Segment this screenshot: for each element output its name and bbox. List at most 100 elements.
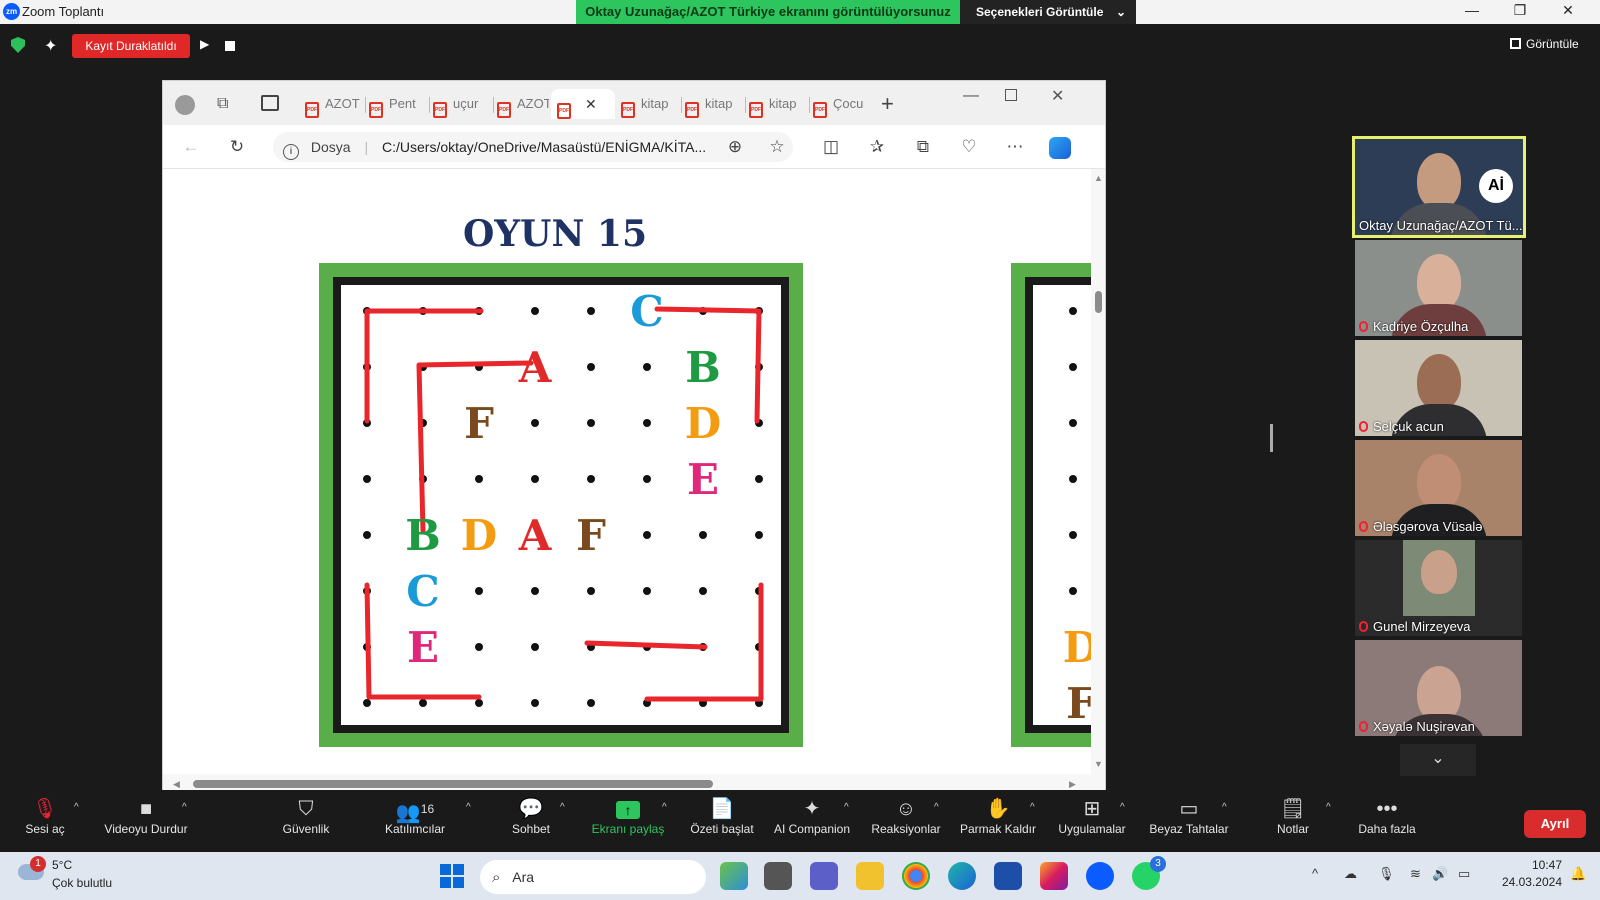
more-button[interactable]: ••• Daha fazla [1354,796,1420,848]
scroll-down-arrow-icon[interactable]: ▼ [1094,759,1103,769]
browser-maximize-button[interactable] [1005,89,1017,101]
show-hidden-icons-icon[interactable]: ^ [1312,866,1318,881]
participants-options-caret[interactable]: ^ [466,802,471,813]
reactions-options-caret[interactable]: ^ [934,802,939,813]
participant-tile[interactable]: Selçuk acun [1355,340,1522,436]
video-options-caret[interactable]: ^ [182,802,187,813]
microphone-icon[interactable]: 🎙 [1378,866,1395,882]
browser-tab[interactable]: PDF AZOT [305,89,363,119]
notification-bell-icon[interactable]: 🔔 [1570,866,1586,882]
browser-essentials-icon[interactable]: ♡ [957,136,981,158]
browser-tab[interactable]: PDF kitap [749,89,807,119]
chrome-app-icon[interactable] [902,862,930,890]
windows-start-icon[interactable] [440,864,464,888]
apps-options-caret[interactable]: ^ [1120,802,1125,813]
workspaces-icon[interactable]: ⧉ [217,95,228,113]
browser-tab[interactable]: PDF kitap [685,89,743,119]
scroll-participants-down-button[interactable]: ⌄ [1400,744,1476,776]
participant-tile[interactable]: Gunel Mirzeyeva [1355,540,1522,636]
raise-hand-button[interactable]: ✋ Parmak Kaldır [956,796,1040,848]
participants-button[interactable]: 👥16 Katılımcılar [378,796,452,848]
leave-button[interactable]: Ayrıl [1524,810,1586,838]
new-tab-icon[interactable]: + [881,91,894,117]
collections-icon[interactable]: ⧉ [911,136,935,158]
browser-minimize-button[interactable]: — [963,87,979,105]
browser-tab[interactable]: PDF AZOT [497,89,549,119]
wifi-icon[interactable]: ≋ [1410,866,1421,882]
ai-companion-button[interactable]: ✦ AI Companion [770,796,854,848]
profile-avatar-icon[interactable] [175,95,195,115]
split-screen-icon[interactable]: ◫ [819,136,843,158]
view-options-dropdown[interactable]: Seçenekleri Görüntüle ⌄ [960,0,1136,24]
participant-tile[interactable]: Xəyalə Nuşirəvan [1355,640,1522,736]
refresh-icon[interactable]: ↻ [225,136,249,158]
scroll-right-arrow-icon[interactable]: ▶ [1069,779,1076,790]
participant-tile[interactable]: Kadriye Özçulha [1355,240,1522,336]
ai-options-caret[interactable]: ^ [844,802,849,813]
taskbar-search-box[interactable]: ⌕ Ara [480,860,706,894]
browser-close-button[interactable]: ✕ [1051,86,1064,106]
close-button[interactable]: ✕ [1548,2,1588,19]
maximize-button[interactable]: ❐ [1500,2,1540,19]
browser-tab[interactable]: PDF Pent [369,89,427,119]
instagram-app-icon[interactable] [1040,862,1068,890]
security-shield-icon[interactable] [11,37,25,53]
clock-time[interactable]: 10:47 [1490,858,1562,872]
participant-tile-active[interactable]: Aİ Oktay Uzunağaç/AZOT Tü... [1352,136,1526,238]
apps-button[interactable]: ⊞ Uygulamalar [1054,796,1130,848]
task-view-icon[interactable] [764,862,792,890]
onedrive-icon[interactable]: ☁ [1344,866,1357,882]
notes-options-caret[interactable]: ^ [1326,802,1331,813]
favorites-icon[interactable]: ✰ [865,136,889,158]
battery-icon[interactable]: ▭ [1458,866,1470,882]
info-icon[interactable]: i [283,144,299,160]
tab-actions-icon[interactable] [261,95,279,111]
share-screen-button[interactable]: ↑ Ekranı paylaş [588,796,668,848]
zoom-icon[interactable]: ⊕ [723,136,747,158]
whiteboards-button[interactable]: ▭ Beyaz Tahtalar [1146,796,1232,848]
scroll-up-arrow-icon[interactable]: ▲ [1094,173,1103,183]
back-arrow-icon[interactable]: ← [179,136,203,158]
raise-hand-options-caret[interactable]: ^ [1030,802,1035,813]
audio-options-caret[interactable]: ^ [74,802,79,813]
panel-resize-handle[interactable] [1270,424,1273,452]
vertical-scrollbar[interactable]: ▲ ▼ [1091,169,1105,774]
teams-app-icon[interactable] [810,862,838,890]
start-summary-button[interactable]: 📄 Özeti başlat [686,796,758,848]
stop-video-button[interactable]: ■ Videoyu Durdur [96,796,196,848]
zoom-app-icon[interactable] [1086,862,1114,890]
ai-sparkle-icon[interactable]: ✦ [44,36,57,56]
stop-recording-icon[interactable] [225,41,235,51]
chat-options-caret[interactable]: ^ [560,802,565,813]
vertical-scroll-thumb[interactable] [1095,291,1102,313]
participant-tile[interactable]: Ələsgərova Vüsalə [1355,440,1522,536]
copilot-app-icon[interactable] [720,862,748,890]
browser-tab[interactable]: PDF Çocu [813,89,871,119]
browser-tab-active[interactable]: PDF ✕ [551,89,615,119]
edge-app-icon[interactable] [948,862,976,890]
weather-description[interactable]: Çok bulutlu [52,876,112,890]
whiteboards-options-caret[interactable]: ^ [1222,802,1227,813]
file-explorer-icon[interactable] [856,862,884,890]
notes-button[interactable]: 🗒 Notlar [1270,796,1316,848]
more-options-icon[interactable]: ⋯ [1003,136,1027,158]
url-field[interactable]: i Dosya | C:/Users/oktay/OneDrive/Masaüs… [273,132,793,162]
resume-recording-icon[interactable]: ▶ [200,37,209,51]
unmute-button[interactable]: 🎙 Sesi aç [20,796,70,848]
browser-tab[interactable]: PDF kitap [621,89,679,119]
horizontal-scroll-thumb[interactable] [193,780,713,788]
minimize-button[interactable]: — [1452,2,1492,18]
clock-date[interactable]: 24.03.2024 [1490,875,1562,889]
weather-temperature[interactable]: 5°C [52,858,72,872]
browser-tab[interactable]: PDF uçur [433,89,491,119]
security-button[interactable]: ⛉ Güvenlik [274,796,338,848]
favorite-star-icon[interactable]: ☆ [765,136,789,158]
volume-icon[interactable]: 🔊 [1432,866,1448,882]
chat-button[interactable]: 💬 Sohbet [506,796,556,848]
close-tab-icon[interactable]: ✕ [585,96,597,112]
share-options-caret[interactable]: ^ [662,802,667,813]
view-button[interactable]: Görüntüle [1510,37,1579,51]
microsoft-store-icon[interactable] [994,862,1022,890]
copilot-icon[interactable] [1049,137,1071,159]
scroll-left-arrow-icon[interactable]: ◀ [173,779,180,790]
